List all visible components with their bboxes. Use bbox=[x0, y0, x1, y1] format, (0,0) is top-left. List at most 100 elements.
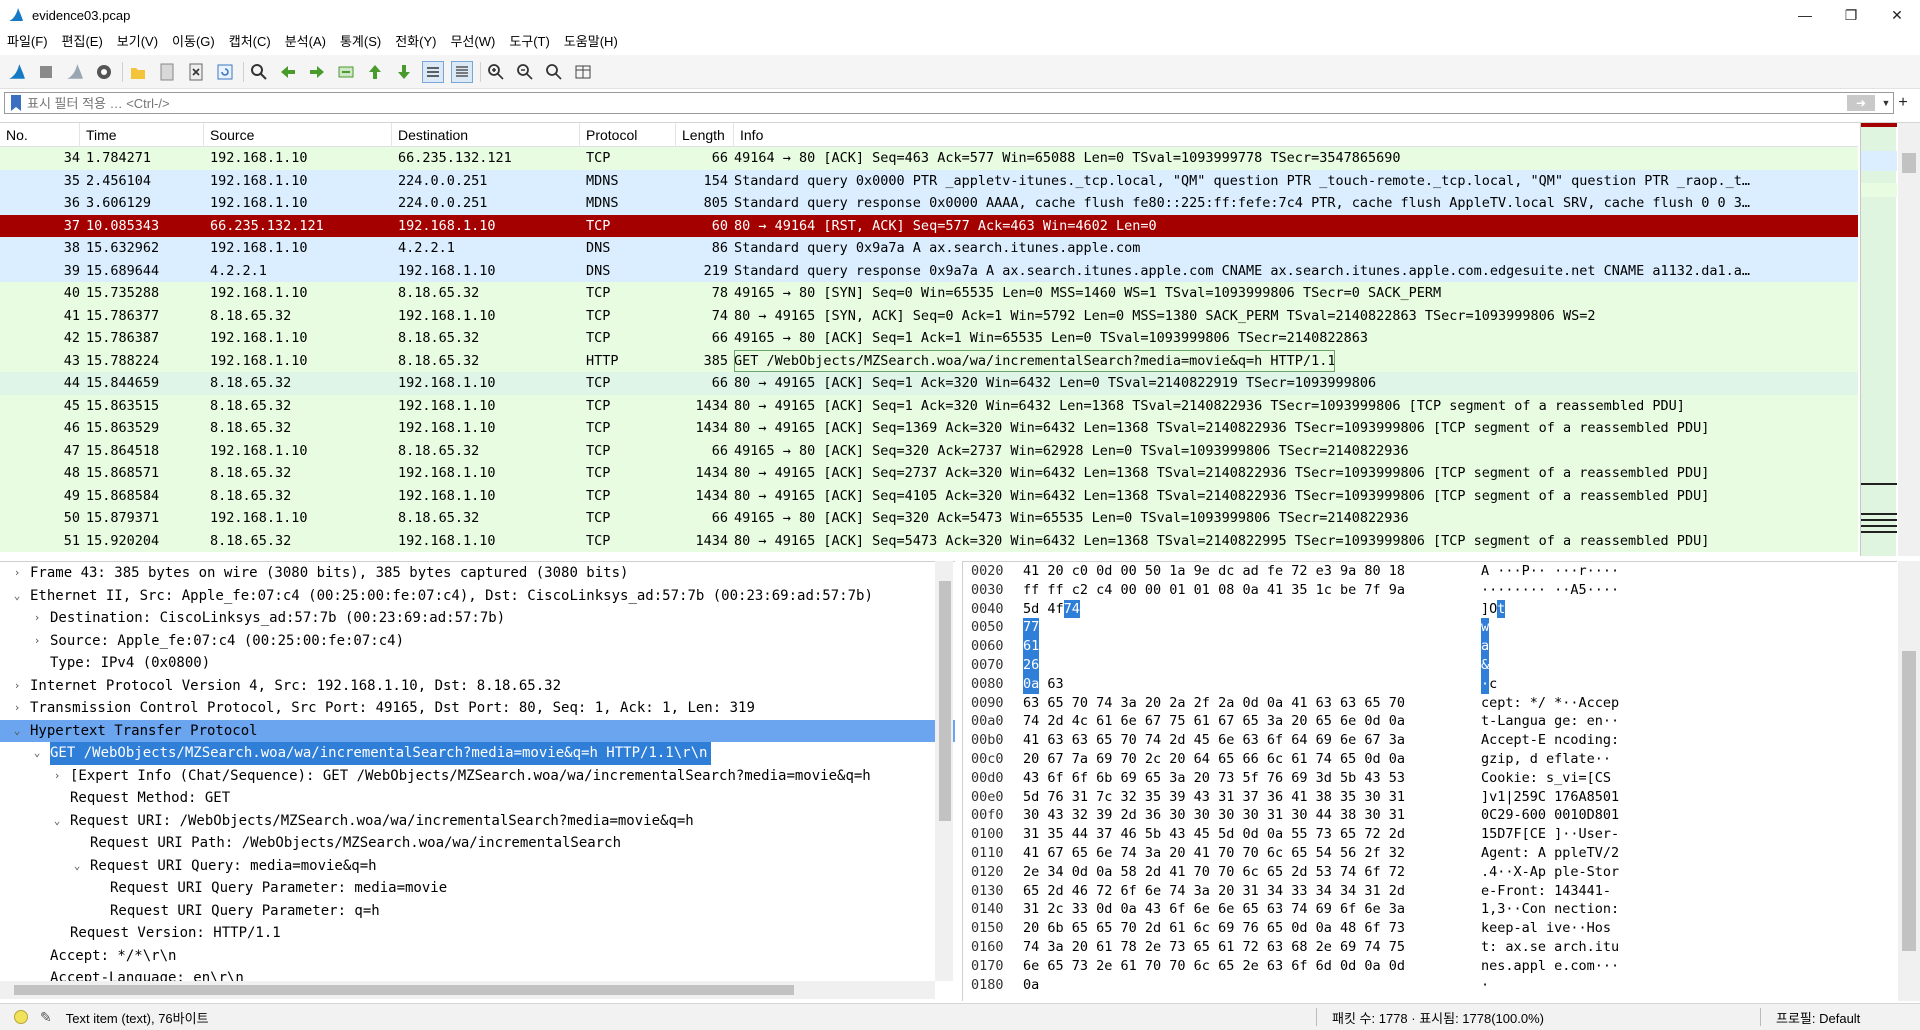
collapse-arrow-icon[interactable]: › bbox=[10, 675, 24, 698]
packet-row[interactable]: 37 10.085343 66.235.132.121 192.168.1.10 TCP… bbox=[0, 214, 1858, 237]
menu-item[interactable]: 파일(F) bbox=[0, 30, 55, 54]
packet-row[interactable]: 35 2.456104 192.168.1.10 224.0.0.251 MDNS 154… bbox=[0, 169, 1858, 192]
details-vertical-scrollbar[interactable] bbox=[935, 561, 953, 981]
zoom-out-icon[interactable] bbox=[514, 61, 536, 83]
packet-row[interactable]: 49 15.868584 8.18.65.32 192.168.1.10 TCP 1434… bbox=[0, 484, 1858, 507]
packet-row[interactable]: 41 15.786377 8.18.65.32 192.168.1.10 TCP 74 80… bbox=[0, 304, 1858, 327]
bytes-row[interactable]: 0130 65 2d 46 72 6f 6e 74 3a 20 31 34 33 … bbox=[963, 882, 1897, 901]
packet-row[interactable]: 44 15.844659 8.18.65.32 192.168.1.10 TCP 66 80… bbox=[0, 372, 1858, 395]
autoscroll-icon[interactable] bbox=[422, 60, 444, 83]
capture-options-icon[interactable] bbox=[93, 61, 115, 83]
menu-item[interactable]: 보기(V) bbox=[110, 30, 165, 54]
detail-tree-item[interactable]: ⌄ Request URI: /WebObjects/MZSearch.woa/w… bbox=[0, 810, 955, 833]
zoom-normal-icon[interactable] bbox=[543, 61, 565, 83]
column-header-destination[interactable]: Destination bbox=[392, 123, 580, 147]
close-file-icon[interactable] bbox=[185, 61, 207, 83]
bytes-row[interactable]: 00e0 5d 76 31 7c 32 35 39 43 31 37 36 41 … bbox=[963, 788, 1897, 807]
collapse-arrow-icon[interactable]: › bbox=[10, 697, 24, 720]
column-header-no[interactable]: No. bbox=[0, 123, 80, 147]
bytes-row[interactable]: 0170 6e 65 73 2e 61 70 70 6c 65 2e 63 6f … bbox=[963, 957, 1897, 976]
profile-selector[interactable]: 프로필: Default bbox=[1776, 1008, 1860, 1027]
bytes-row[interactable]: 0100 31 35 44 37 46 5b 43 45 5d 0d 0a 55 … bbox=[963, 825, 1897, 844]
bytes-row[interactable]: 0090 63 65 70 74 3a 20 2a 2f 2a 0d 0a 41 … bbox=[963, 694, 1897, 713]
packet-list-scrollbar[interactable] bbox=[1898, 123, 1920, 556]
collapse-arrow-icon[interactable]: › bbox=[30, 630, 44, 653]
detail-tree-item[interactable]: › Source: Apple_fe:07:c4 (00:25:00:fe:07:… bbox=[0, 630, 955, 653]
scrollbar-thumb[interactable] bbox=[939, 581, 951, 821]
bytes-row[interactable]: 0180 0a · bbox=[963, 976, 1897, 995]
bytes-row[interactable]: 0040 5d 4f 47 45 54 20 2f 57 65 62 4f 62 … bbox=[963, 599, 1897, 619]
packet-row[interactable]: 43 15.788224 192.168.1.10 8.18.65.32 HTTP 385… bbox=[0, 349, 1858, 372]
packet-row[interactable]: 34 1.784271 192.168.1.10 66.235.132.121 TCP 6… bbox=[0, 147, 1858, 170]
menu-item[interactable]: 캡처(C) bbox=[222, 30, 278, 54]
add-filter-button[interactable]: + bbox=[1890, 92, 1916, 114]
packet-row[interactable]: 36 3.606129 192.168.1.10 224.0.0.251 MDNS 805… bbox=[0, 192, 1858, 215]
start-capture-icon[interactable] bbox=[6, 61, 28, 83]
first-packet-icon[interactable] bbox=[364, 61, 386, 83]
bytes-row[interactable]: 0160 74 3a 20 61 78 2e 73 65 61 72 63 68 … bbox=[963, 938, 1897, 957]
detail-tree-item[interactable]: Type: IPv4 (0x0800) bbox=[0, 652, 955, 675]
open-file-icon[interactable] bbox=[127, 61, 149, 83]
expand-arrow-icon[interactable]: ⌄ bbox=[10, 720, 24, 743]
packet-row[interactable]: 40 15.735288 192.168.1.10 8.18.65.32 TCP 78 49… bbox=[0, 282, 1858, 305]
menu-item[interactable]: 도구(T) bbox=[502, 30, 557, 54]
scrollbar-thumb[interactable] bbox=[1902, 153, 1916, 173]
detail-tree-item[interactable]: ⌄ GET /WebObjects/MZSearch.woa/wa/increme… bbox=[0, 742, 955, 765]
bytes-row[interactable]: 0030 ff ff c2 c4 00 00 01 01 08 0a 41 35 … bbox=[963, 581, 1897, 600]
menu-item[interactable]: 편집(E) bbox=[55, 30, 110, 54]
bytes-row[interactable]: 00d0 43 6f 6f 6b 69 65 3a 20 73 5f 76 69 … bbox=[963, 769, 1897, 788]
resize-columns-icon[interactable] bbox=[572, 61, 594, 83]
detail-tree-item[interactable]: ⌄ Hypertext Transfer Protocol bbox=[0, 719, 955, 743]
detail-tree-item[interactable]: Request Method: GET bbox=[0, 787, 955, 810]
bytes-row[interactable]: 00b0 41 63 63 65 70 74 2d 45 6e 63 6f 64 … bbox=[963, 731, 1897, 750]
bytes-row[interactable]: 005073 2f 4d 5a 53 65 61 72 63 68 2e 77 … bbox=[963, 618, 1897, 638]
detail-tree-item[interactable]: › Destination: CiscoLinksys_ad:57:7b (00:… bbox=[0, 607, 955, 630]
packet-row[interactable]: 38 15.632962 192.168.1.10 4.2.2.1 DNS 86 Stand… bbox=[0, 237, 1858, 260]
packet-row[interactable]: 39 15.689644 4.2.2.1 192.168.1.10 DNS 219 Stan… bbox=[0, 259, 1858, 282]
stop-capture-icon[interactable] bbox=[35, 61, 57, 83]
expand-arrow-icon[interactable]: ⌄ bbox=[50, 810, 64, 833]
collapse-arrow-icon[interactable]: › bbox=[10, 562, 24, 585]
packet-row[interactable]: 47 15.864518 192.168.1.10 8.18.65.32 TCP 66 49… bbox=[0, 439, 1858, 462]
detail-tree-item[interactable]: Request URI Query Parameter: media=movie bbox=[0, 877, 955, 900]
go-back-icon[interactable] bbox=[277, 61, 299, 83]
detail-tree-item[interactable]: › Transmission Control Protocol, Src Port… bbox=[0, 697, 955, 720]
reload-file-icon[interactable] bbox=[214, 61, 236, 83]
packet-row[interactable]: 50 15.879371 192.168.1.10 8.18.65.32 TCP 66 49… bbox=[0, 507, 1858, 530]
detail-tree-item[interactable]: › Frame 43: 385 bytes on wire (3080 bits)… bbox=[0, 562, 955, 585]
menu-item[interactable]: 분석(A) bbox=[278, 30, 333, 54]
expert-info-indicator-icon[interactable] bbox=[14, 1010, 28, 1024]
detail-tree-item[interactable]: ⌄ Ethernet II, Src: Apple_fe:07:c4 (00:25… bbox=[0, 585, 955, 608]
detail-tree-item[interactable]: › [Expert Info (Chat/Sequence): GET /WebO… bbox=[0, 765, 955, 788]
packet-row[interactable]: 46 15.863529 8.18.65.32 192.168.1.10 TCP 1434… bbox=[0, 417, 1858, 440]
find-packet-icon[interactable] bbox=[248, 61, 270, 83]
minimize-button[interactable]: — bbox=[1782, 0, 1828, 30]
go-to-packet-icon[interactable] bbox=[335, 61, 357, 83]
detail-tree-item[interactable]: › Internet Protocol Version 4, Src: 192.1… bbox=[0, 675, 955, 698]
restart-capture-icon[interactable] bbox=[64, 61, 86, 83]
colorize-icon[interactable] bbox=[451, 60, 473, 83]
menu-item[interactable]: 무선(W) bbox=[443, 30, 502, 54]
packet-minimap[interactable] bbox=[1860, 123, 1897, 556]
column-header-time[interactable]: Time bbox=[80, 123, 204, 147]
scrollbar-thumb[interactable] bbox=[1902, 651, 1916, 951]
detail-tree-item[interactable]: Request URI Path: /WebObjects/MZSearch.w… bbox=[0, 832, 955, 855]
bytes-row[interactable]: 006061 2f 69 6e 63 72 65 6d 65 6e 74 61 … bbox=[963, 637, 1897, 656]
menu-item[interactable]: 통계(S) bbox=[333, 30, 388, 54]
menu-item[interactable]: 이동(G) bbox=[165, 30, 222, 54]
bytes-row[interactable]: 00f0 30 43 32 39 2d 36 30 30 30 30 31 30 … bbox=[963, 806, 1897, 825]
close-button[interactable]: ✕ bbox=[1874, 0, 1920, 30]
go-forward-icon[interactable] bbox=[306, 61, 328, 83]
maximize-button[interactable]: ❐ bbox=[1828, 0, 1874, 30]
bytes-row[interactable]: 00a0 74 2d 4c 61 6e 67 75 61 67 65 3a 20 … bbox=[963, 712, 1897, 731]
expand-arrow-icon[interactable]: ⌄ bbox=[10, 585, 24, 608]
display-filter-input[interactable] bbox=[27, 95, 1847, 111]
bytes-row[interactable]: 00c0 20 67 7a 69 70 2c 20 64 65 66 6c 61 … bbox=[963, 750, 1897, 769]
packet-row[interactable]: 45 15.863515 8.18.65.32 192.168.1.10 TCP 1434… bbox=[0, 394, 1858, 417]
menu-item[interactable]: 도움말(H) bbox=[557, 30, 625, 54]
packet-row[interactable]: 51 15.920204 8.18.65.32 192.168.1.10 TCP 1434… bbox=[0, 529, 1858, 552]
expand-arrow-icon[interactable]: ⌄ bbox=[70, 855, 84, 878]
filter-bookmark-icon[interactable] bbox=[9, 94, 23, 112]
packet-row[interactable]: 48 15.868571 8.18.65.32 192.168.1.10 TCP 1434… bbox=[0, 462, 1858, 485]
bytes-row[interactable]: 007072 63 68 3f 6d 65 64 69 61 3d 6d 6f … bbox=[963, 655, 1897, 675]
